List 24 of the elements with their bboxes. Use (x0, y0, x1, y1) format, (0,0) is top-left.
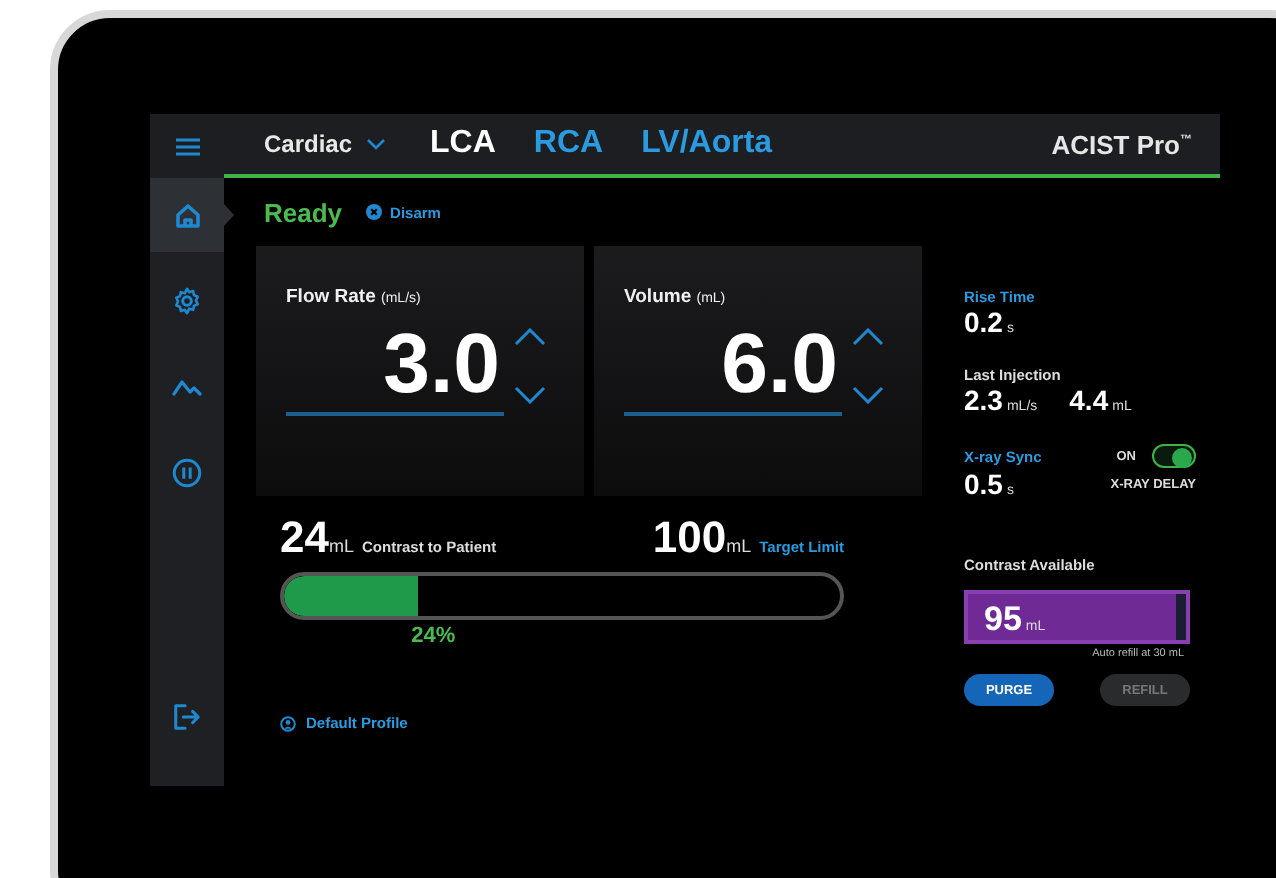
unit-label: mL (726, 536, 752, 556)
pause-icon (172, 458, 202, 488)
brand-logo: ACIST Pro$^{™}$ (1051, 129, 1192, 159)
settings-icon (172, 286, 202, 316)
vessel-tab[interactable]: RCA (533, 126, 604, 162)
status-text: Ready (264, 197, 343, 227)
line-chart-icon (172, 377, 202, 397)
user-icon (280, 715, 296, 731)
parameter-value-field[interactable]: 6.0 (624, 316, 842, 416)
parameter-value-field[interactable]: 3.0 (286, 316, 504, 416)
protocol-dropdown[interactable]: Cardiac (264, 130, 387, 158)
vessel-tab[interactable]: LCA (430, 126, 496, 162)
sidebar-item[interactable] (150, 178, 234, 252)
limit-volume: 100 (652, 512, 727, 564)
home-icon (173, 201, 201, 229)
close-icon (366, 204, 383, 220)
menu-icon[interactable] (175, 137, 199, 155)
exit-icon (172, 702, 202, 732)
unit-label: mL (328, 536, 354, 556)
chevron-down-icon (366, 138, 387, 150)
percent-label: 24% (411, 624, 458, 648)
vessel-tab[interactable]: LV/Aorta (641, 126, 773, 162)
contrast-volume: 24 (280, 512, 329, 564)
xray-sync-toggle[interactable] (1152, 444, 1196, 468)
